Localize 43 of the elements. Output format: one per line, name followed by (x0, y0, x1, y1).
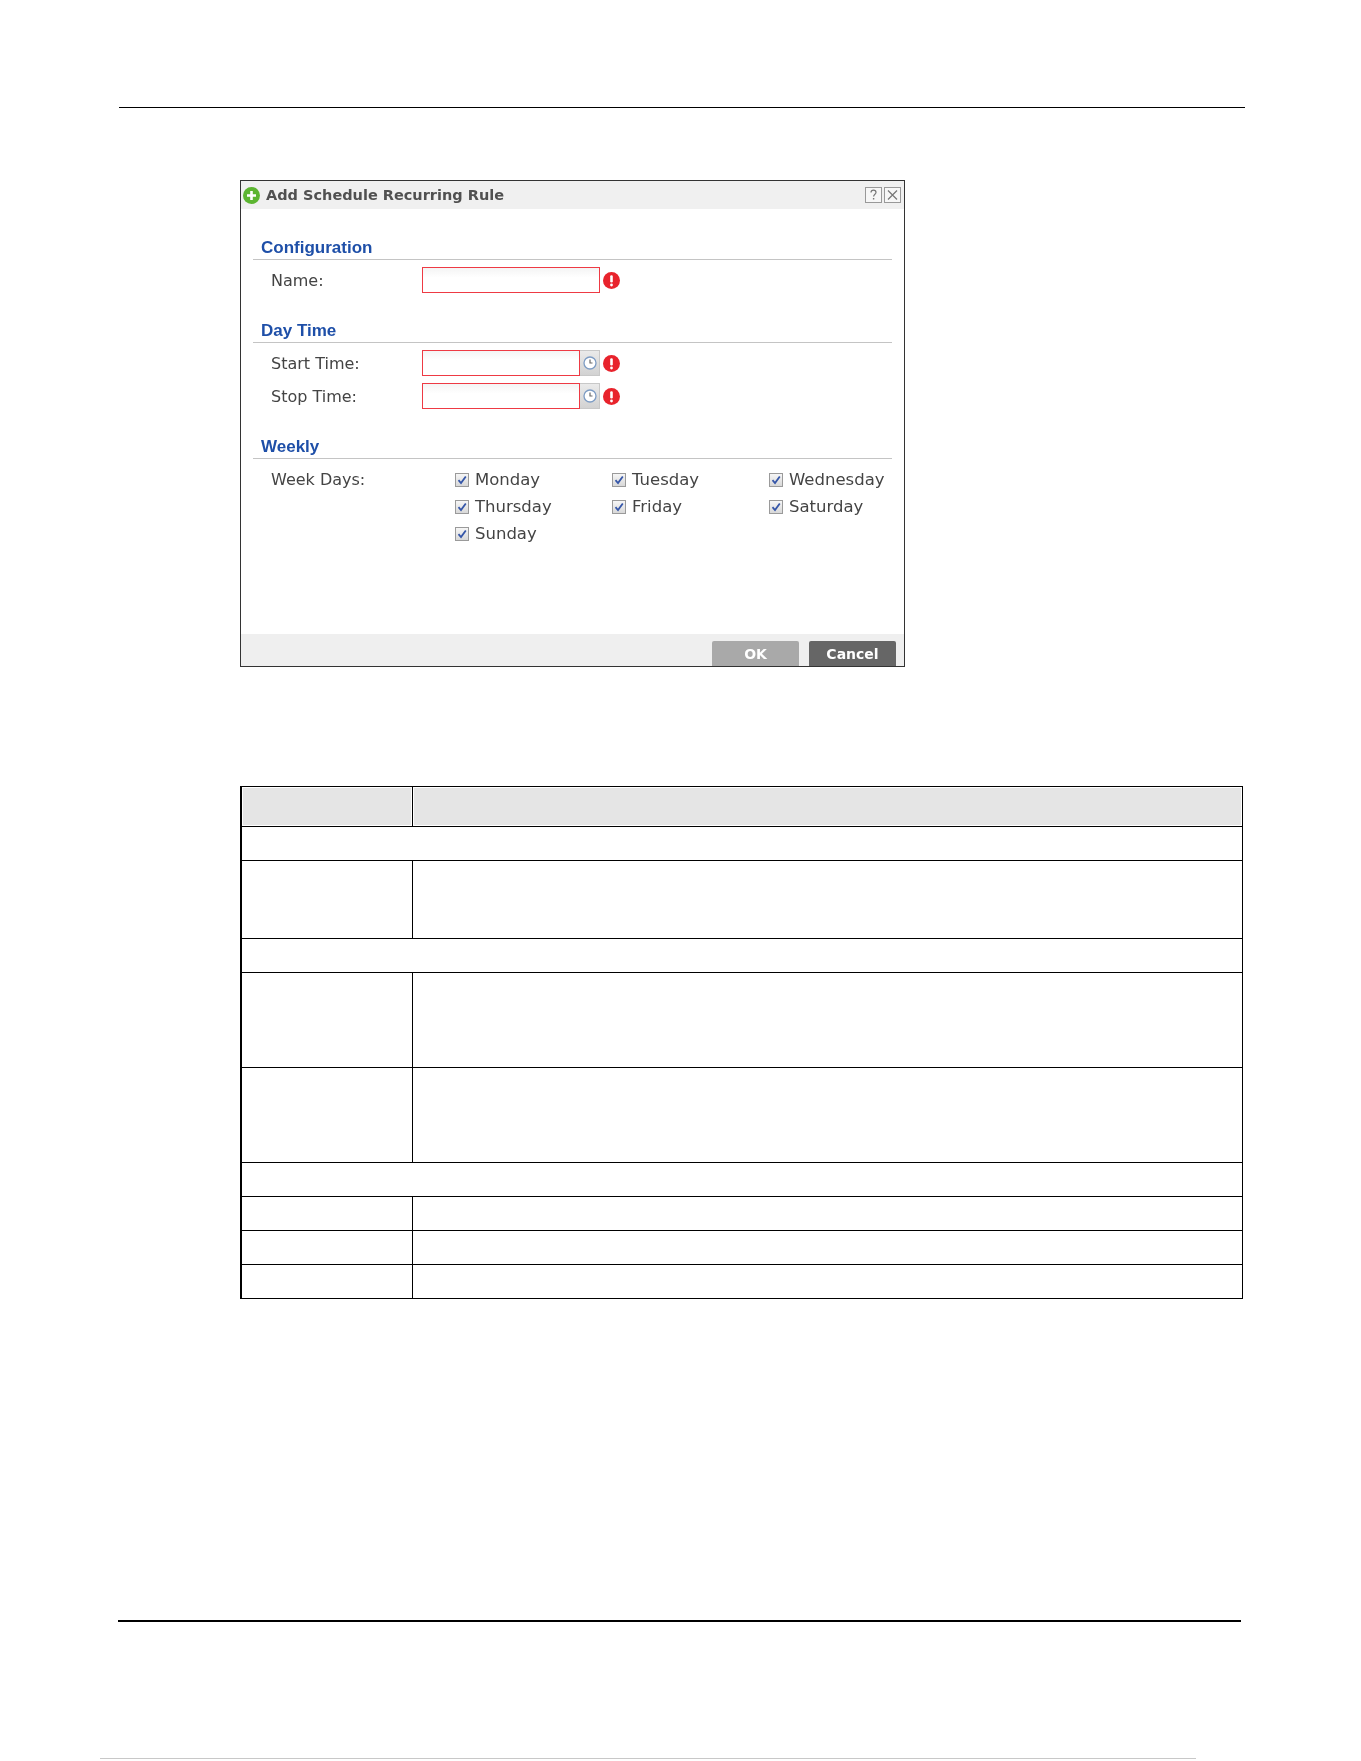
time-picker-button[interactable] (580, 350, 600, 376)
checkbox[interactable] (455, 499, 469, 514)
section-heading: Configuration (261, 238, 373, 258)
check-icon (457, 528, 467, 539)
field-label: Name: (270, 270, 325, 290)
check-icon (771, 501, 781, 512)
checkbox[interactable] (455, 472, 469, 487)
field-label: Stop Time: (270, 386, 358, 406)
time-picker-button[interactable] (580, 383, 600, 409)
time-input[interactable] (422, 383, 580, 409)
checkbox-label: Sunday (475, 524, 537, 543)
check-icon (614, 501, 624, 512)
checkbox[interactable] (455, 526, 469, 541)
checkbox-label: Friday (632, 497, 682, 516)
check-icon (457, 474, 467, 485)
clock-icon (582, 356, 597, 370)
checkbox-label: Saturday (789, 497, 864, 516)
error-icon (603, 354, 620, 372)
time-input[interactable] (422, 350, 580, 376)
close-icon[interactable] (884, 187, 901, 203)
checkbox[interactable] (769, 472, 783, 487)
checkbox-label: Monday (475, 470, 541, 489)
add-icon (243, 186, 260, 204)
check-icon (457, 501, 467, 512)
checkbox[interactable] (769, 499, 783, 514)
check-icon (771, 474, 781, 485)
checkbox-label: Tuesday (632, 470, 700, 489)
section-heading: Day Time (261, 321, 337, 341)
clock-icon (582, 389, 597, 403)
checkbox-label: Wednesday (789, 470, 885, 489)
checkbox-label: Thursday (475, 497, 552, 516)
check-icon (614, 474, 624, 485)
name-input[interactable] (422, 267, 600, 293)
help-icon[interactable] (865, 187, 882, 203)
field-label: Start Time: (270, 353, 361, 373)
section-heading: Weekly (261, 437, 320, 457)
error-icon (603, 387, 620, 405)
cancel-button[interactable]: Cancel (809, 641, 896, 666)
checkbox[interactable] (612, 472, 626, 487)
dialog-title: Add Schedule Recurring Rule (266, 187, 505, 203)
field-label: Week Days: (270, 469, 367, 491)
checkbox[interactable] (612, 499, 626, 514)
error-icon (603, 271, 620, 289)
